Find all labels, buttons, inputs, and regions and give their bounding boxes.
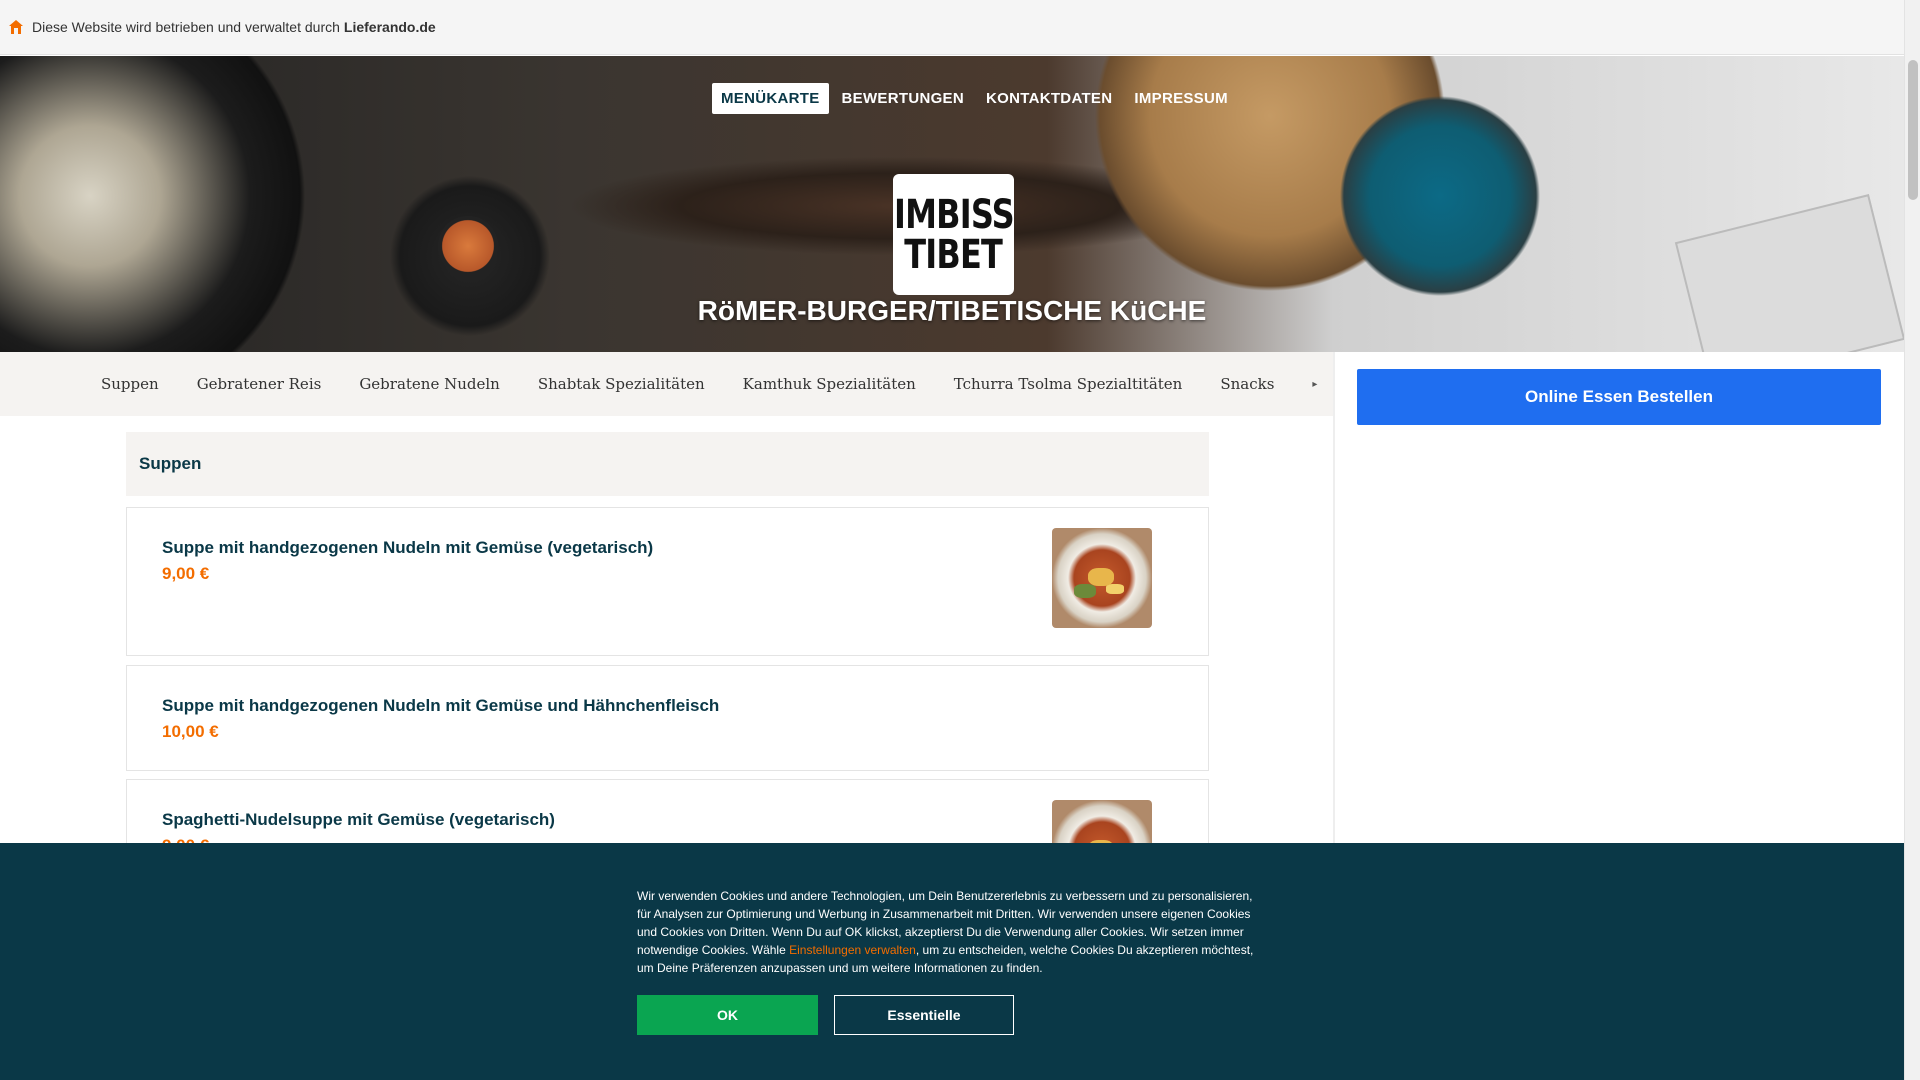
cookie-ok-button[interactable]: OK — [637, 995, 818, 1035]
category-snacks[interactable]: Snacks — [1220, 375, 1274, 393]
operator-text: Diese Website wird betrieben und verwalt… — [32, 19, 340, 35]
operator-brand: Lieferando.de — [343, 19, 436, 35]
house-icon — [9, 20, 23, 34]
category-nav: Suppen Gebratener Reis Gebratene Nudeln … — [0, 352, 1333, 416]
scrollbar-thumb[interactable] — [1908, 60, 1918, 200]
nav-kontaktdaten[interactable]: KONTAKTDATEN — [977, 83, 1121, 114]
order-online-button[interactable]: Online Essen Bestellen — [1357, 369, 1881, 425]
restaurant-logo: IMBISS TIBET — [893, 174, 1014, 295]
nav-menukarte[interactable]: MENÜKARTE — [712, 83, 829, 114]
menu-item-name: Spaghetti-Nudelsuppe mit Gemüse (vegetar… — [162, 810, 555, 829]
menu-item-price: 10,00 € — [162, 722, 219, 741]
restaurant-name: RöMER-BURGER/TIBETISCHE KüCHE — [697, 295, 1207, 326]
main-nav: MENÜKARTE BEWERTUNGEN KONTAKTDATEN IMPRE… — [712, 83, 1237, 114]
menu-item-name: Suppe mit handgezogenen Nudeln mit Gemüs… — [162, 696, 720, 715]
category-kamthuk[interactable]: Kamthuk Spezialitäten — [743, 375, 916, 393]
logo-line1: IMBISS — [893, 191, 1015, 238]
menu-item-price: 9,00 € — [162, 564, 210, 583]
cookie-banner: Wir verwenden Cookies und andere Technol… — [0, 843, 1904, 1080]
hero-plate — [1674, 194, 1904, 352]
menu-item[interactable]: Suppe mit handgezogenen Nudeln mit Gemüs… — [126, 665, 1209, 771]
category-suppen[interactable]: Suppen — [101, 375, 159, 393]
menu-item[interactable]: Suppe mit handgezogenen Nudeln mit Gemüs… — [126, 507, 1209, 656]
nav-impressum[interactable]: IMPRESSUM — [1125, 83, 1237, 114]
nav-bewertungen[interactable]: BEWERTUNGEN — [833, 83, 973, 114]
page-scrollbar[interactable] — [1904, 0, 1920, 1080]
cookie-text: Wir verwenden Cookies und andere Technol… — [637, 887, 1267, 977]
menu-item-image — [1052, 528, 1152, 628]
category-gebratener-reis[interactable]: Gebratener Reis — [197, 375, 322, 393]
chevron-right-icon[interactable]: ▸ — [1312, 379, 1317, 390]
cookie-essential-button[interactable]: Essentielle — [834, 995, 1014, 1035]
category-tchurra-tsolma[interactable]: Tchurra Tsolma Spezialtitäten — [954, 375, 1183, 393]
hero-sauce-dish — [438, 216, 498, 276]
category-gebratene-nudeln[interactable]: Gebratene Nudeln — [359, 375, 500, 393]
operator-banner: Diese Website wird betrieben und verwalt… — [0, 0, 1904, 55]
cookie-settings-link[interactable]: Einstellungen verwalten — [789, 943, 916, 957]
menu-item-name: Suppe mit handgezogenen Nudeln mit Gemüs… — [162, 538, 654, 557]
logo-line2: TIBET — [904, 231, 1004, 278]
category-shabtak[interactable]: Shabtak Spezialitäten — [538, 375, 705, 393]
section-title: Suppen — [126, 432, 1209, 496]
